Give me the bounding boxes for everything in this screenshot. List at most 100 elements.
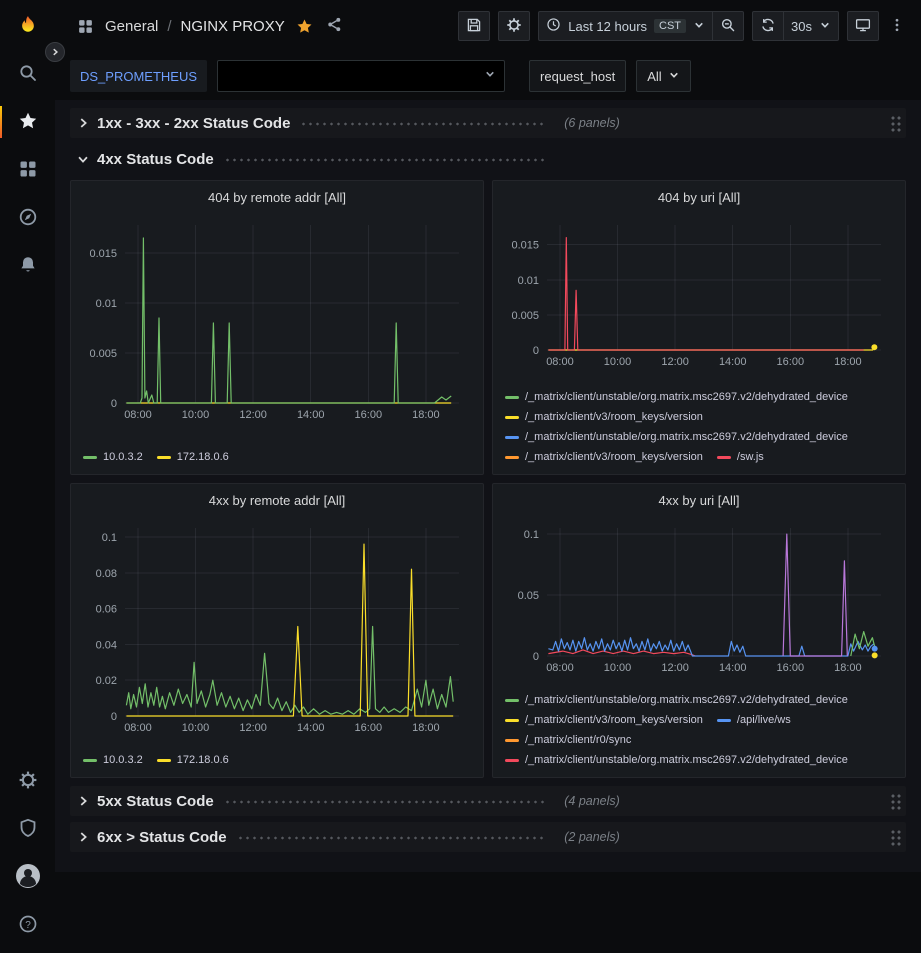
sidebar-bottom-group: ? (0, 757, 55, 949)
sidebar-item-explore[interactable] (0, 194, 55, 242)
refresh-controls-group: 30s (752, 11, 839, 41)
legend-item[interactable]: /api/live/ws (717, 711, 791, 729)
series-line (851, 632, 875, 656)
legend-item[interactable]: /_matrix/client/v3/room_keys/version (505, 711, 703, 729)
svg-text:0.06: 0.06 (96, 604, 117, 616)
dashboard-row-1xx-3xx-2xx[interactable]: 1xx - 3xx - 2xx Status Code (6 panels) (70, 108, 906, 138)
row-collapse-toggle[interactable] (74, 116, 92, 130)
svg-text:0.04: 0.04 (96, 639, 117, 651)
svg-text:0.02: 0.02 (96, 675, 117, 687)
sidebar-item-dashboards[interactable] (0, 146, 55, 194)
datasource-select[interactable] (217, 60, 505, 92)
legend-item[interactable]: 10.0.3.2 (83, 448, 143, 466)
row-drag-handle[interactable] (890, 793, 902, 810)
save-dashboard-button[interactable] (458, 11, 490, 41)
series-color-swatch (505, 396, 519, 399)
series-color-swatch (717, 456, 731, 459)
svg-text:0.08: 0.08 (96, 568, 117, 580)
refresh-interval-picker[interactable]: 30s (784, 11, 839, 41)
svg-text:18:00: 18:00 (834, 356, 862, 368)
row-drag-handle[interactable] (890, 115, 902, 132)
panel-legend: /_matrix/client/unstable/org.matrix.msc2… (503, 386, 895, 468)
grafana-logo[interactable] (0, 6, 55, 50)
series-color-swatch (157, 759, 171, 762)
dashboard-row-5xx[interactable]: 5xx Status Code (4 panels) (70, 786, 906, 816)
favorite-star-button[interactable] (294, 16, 315, 37)
datasource-variable-label[interactable]: DS_PROMETHEUS (70, 60, 207, 92)
series-point (872, 646, 878, 652)
sidebar-item-settings[interactable] (0, 757, 55, 805)
series-line (548, 238, 863, 350)
sidebar-item-starred[interactable] (0, 98, 55, 146)
request-host-variable-label[interactable]: request_host (529, 60, 626, 92)
sidebar-item-help[interactable]: ? (0, 901, 55, 949)
legend-item[interactable]: /_matrix/client/v3/room_keys/version (505, 408, 703, 426)
panel-legend: 10.0.3.2 172.18.0.6 (81, 446, 473, 468)
row-collapse-toggle[interactable] (74, 794, 92, 808)
panel-grid: 404 by remote addr [All] 00.0050.010.015… (70, 180, 906, 778)
row-title-block: 1xx - 3xx - 2xx Status Code (74, 115, 554, 132)
legend-item[interactable]: /_matrix/client/v3/room_keys/version (505, 448, 703, 466)
time-range-label: Last 12 hours (568, 19, 647, 34)
row-drag-handle[interactable] (890, 829, 902, 846)
svg-text:16:00: 16:00 (777, 662, 805, 674)
series-color-swatch (505, 699, 519, 702)
legend-label: /sw.js (737, 448, 764, 466)
svg-text:0: 0 (111, 398, 117, 410)
legend-item[interactable]: 10.0.3.2 (83, 751, 143, 769)
chevron-down-icon (668, 69, 680, 84)
svg-text:14:00: 14:00 (719, 356, 747, 368)
svg-text:08:00: 08:00 (546, 356, 574, 368)
share-button[interactable] (324, 14, 345, 38)
compass-icon (18, 207, 38, 230)
panel-legend: /_matrix/client/unstable/org.matrix.msc2… (503, 689, 895, 771)
row-dotted-leader (224, 800, 545, 804)
panel-title[interactable]: 4xx by uri [All] (503, 488, 895, 514)
legend-item[interactable]: /_matrix/client/unstable/org.matrix.msc2… (505, 751, 848, 769)
dashboard-settings-button[interactable] (498, 11, 530, 41)
zoom-out-button[interactable] (713, 11, 744, 41)
svg-text:16:00: 16:00 (777, 356, 805, 368)
row-collapse-toggle[interactable] (74, 830, 92, 844)
bell-icon (18, 255, 38, 278)
time-series-chart: 00.0050.010.01508:0010:0012:0014:0016:00… (503, 211, 895, 372)
svg-text:12:00: 12:00 (239, 409, 267, 421)
svg-text:0: 0 (533, 651, 539, 663)
dashboard-row-6xx[interactable]: 6xx > Status Code (2 panels) (70, 822, 906, 852)
refresh-button[interactable] (752, 11, 784, 41)
legend-item[interactable]: /_matrix/client/r0/sync (505, 731, 631, 749)
legend-item[interactable]: 172.18.0.6 (157, 448, 229, 466)
legend-item[interactable]: /_matrix/client/unstable/org.matrix.msc2… (505, 428, 848, 446)
row-dotted-leader (224, 158, 545, 162)
legend-item[interactable]: /_matrix/client/unstable/org.matrix.msc2… (505, 388, 848, 406)
time-range-picker[interactable]: Last 12 hours CST (538, 11, 713, 41)
panel-title[interactable]: 4xx by remote addr [All] (81, 488, 473, 514)
svg-text:0.01: 0.01 (96, 298, 117, 310)
legend-label: 172.18.0.6 (177, 448, 229, 466)
legend-item[interactable]: /_matrix/client/unstable/org.matrix.msc2… (505, 691, 848, 709)
svg-text:08:00: 08:00 (124, 722, 152, 734)
kebab-menu-button[interactable] (887, 15, 907, 38)
sidebar-item-alerting[interactable] (0, 242, 55, 290)
request-host-select[interactable]: All (636, 60, 690, 92)
svg-text:0.015: 0.015 (511, 240, 539, 252)
sidebar-expand-button[interactable] (45, 42, 65, 62)
breadcrumb-section[interactable]: General (105, 18, 158, 35)
row-collapse-toggle[interactable] (74, 152, 92, 166)
panel-4xx-by-uri: 4xx by uri [All] 00.050.108:0010:0012:00… (492, 483, 906, 778)
legend-item[interactable]: 172.18.0.6 (157, 751, 229, 769)
svg-text:0.1: 0.1 (524, 529, 539, 541)
time-controls-group: Last 12 hours CST (538, 11, 744, 41)
dashboard-row-4xx[interactable]: 4xx Status Code (70, 144, 906, 174)
sidebar-item-profile[interactable] (0, 853, 55, 901)
monitor-icon (855, 17, 871, 36)
legend-label: 172.18.0.6 (177, 751, 229, 769)
svg-text:0: 0 (111, 711, 117, 723)
legend-item[interactable]: /sw.js (717, 448, 764, 466)
clock-icon (546, 17, 561, 35)
panel-title[interactable]: 404 by remote addr [All] (81, 185, 473, 211)
sidebar-item-server-admin[interactable] (0, 805, 55, 853)
panel-title[interactable]: 404 by uri [All] (503, 185, 895, 211)
svg-text:16:00: 16:00 (355, 722, 383, 734)
cycle-view-mode-button[interactable] (847, 11, 879, 41)
